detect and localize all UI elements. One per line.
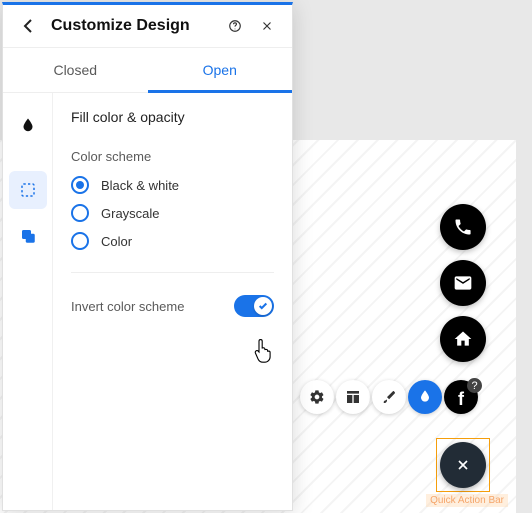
sidebar-item-selection[interactable] [9, 171, 47, 209]
gear-icon [309, 389, 325, 405]
panel-sidebar [3, 93, 53, 510]
help-button[interactable] [226, 17, 244, 35]
radio-icon [71, 232, 89, 250]
design-toolbar: f ? [300, 380, 478, 414]
panel-content: Fill color & opacity Color scheme Black … [53, 93, 292, 510]
radio-label: Black & white [101, 178, 179, 193]
selection-icon [19, 181, 37, 199]
tab-closed[interactable]: Closed [3, 48, 148, 92]
toggle-knob [254, 297, 272, 315]
facebook-icon: f [458, 389, 464, 410]
invert-toggle[interactable] [234, 295, 274, 317]
quick-action-bar [440, 204, 486, 362]
color-scheme-label: Color scheme [71, 149, 274, 164]
drop-icon [417, 389, 433, 405]
quick-action-bar-label: Quick Action Bar [426, 494, 508, 507]
facebook-button[interactable]: f ? [444, 380, 478, 414]
radio-label: Grayscale [101, 206, 160, 221]
phone-icon [453, 217, 473, 237]
brush-button[interactable] [372, 380, 406, 414]
close-icon [260, 19, 274, 33]
close-button-selection [436, 438, 490, 492]
sidebar-item-layers[interactable] [9, 217, 47, 255]
drop-icon [19, 117, 37, 135]
close-panel-button[interactable] [258, 17, 276, 35]
fill-button[interactable] [408, 380, 442, 414]
tab-open[interactable]: Open [148, 48, 293, 92]
close-quick-action-button[interactable] [440, 442, 486, 488]
help-icon[interactable]: ? [467, 378, 482, 393]
layout-button[interactable] [336, 380, 370, 414]
radio-grayscale[interactable]: Grayscale [71, 204, 274, 222]
email-button[interactable] [440, 260, 486, 306]
brush-icon [381, 389, 397, 405]
home-button[interactable] [440, 316, 486, 362]
phone-button[interactable] [440, 204, 486, 250]
invert-row: Invert color scheme [71, 295, 274, 317]
panel-body: Fill color & opacity Color scheme Black … [3, 93, 292, 510]
section-title: Fill color & opacity [71, 109, 274, 125]
email-icon [453, 273, 473, 293]
radio-label: Color [101, 234, 132, 249]
state-tabs: Closed Open [3, 48, 292, 93]
panel-header: Customize Design [3, 5, 292, 48]
panel-title: Customize Design [51, 17, 212, 35]
check-icon [258, 301, 268, 311]
settings-button[interactable] [300, 380, 334, 414]
divider [71, 272, 274, 273]
layers-icon [19, 227, 37, 245]
layout-icon [345, 389, 361, 405]
radio-icon [71, 204, 89, 222]
customize-panel: Customize Design Closed Open Fill color … [2, 2, 293, 511]
chevron-left-icon [23, 18, 33, 34]
invert-label: Invert color scheme [71, 299, 184, 314]
close-icon [455, 457, 471, 473]
sidebar-item-fill[interactable] [9, 107, 47, 145]
help-icon [228, 19, 242, 33]
back-button[interactable] [19, 17, 37, 35]
radio-color[interactable]: Color [71, 232, 274, 250]
home-icon [453, 329, 473, 349]
color-scheme-group: Black & white Grayscale Color [71, 176, 274, 250]
radio-icon [71, 176, 89, 194]
radio-black-white[interactable]: Black & white [71, 176, 274, 194]
